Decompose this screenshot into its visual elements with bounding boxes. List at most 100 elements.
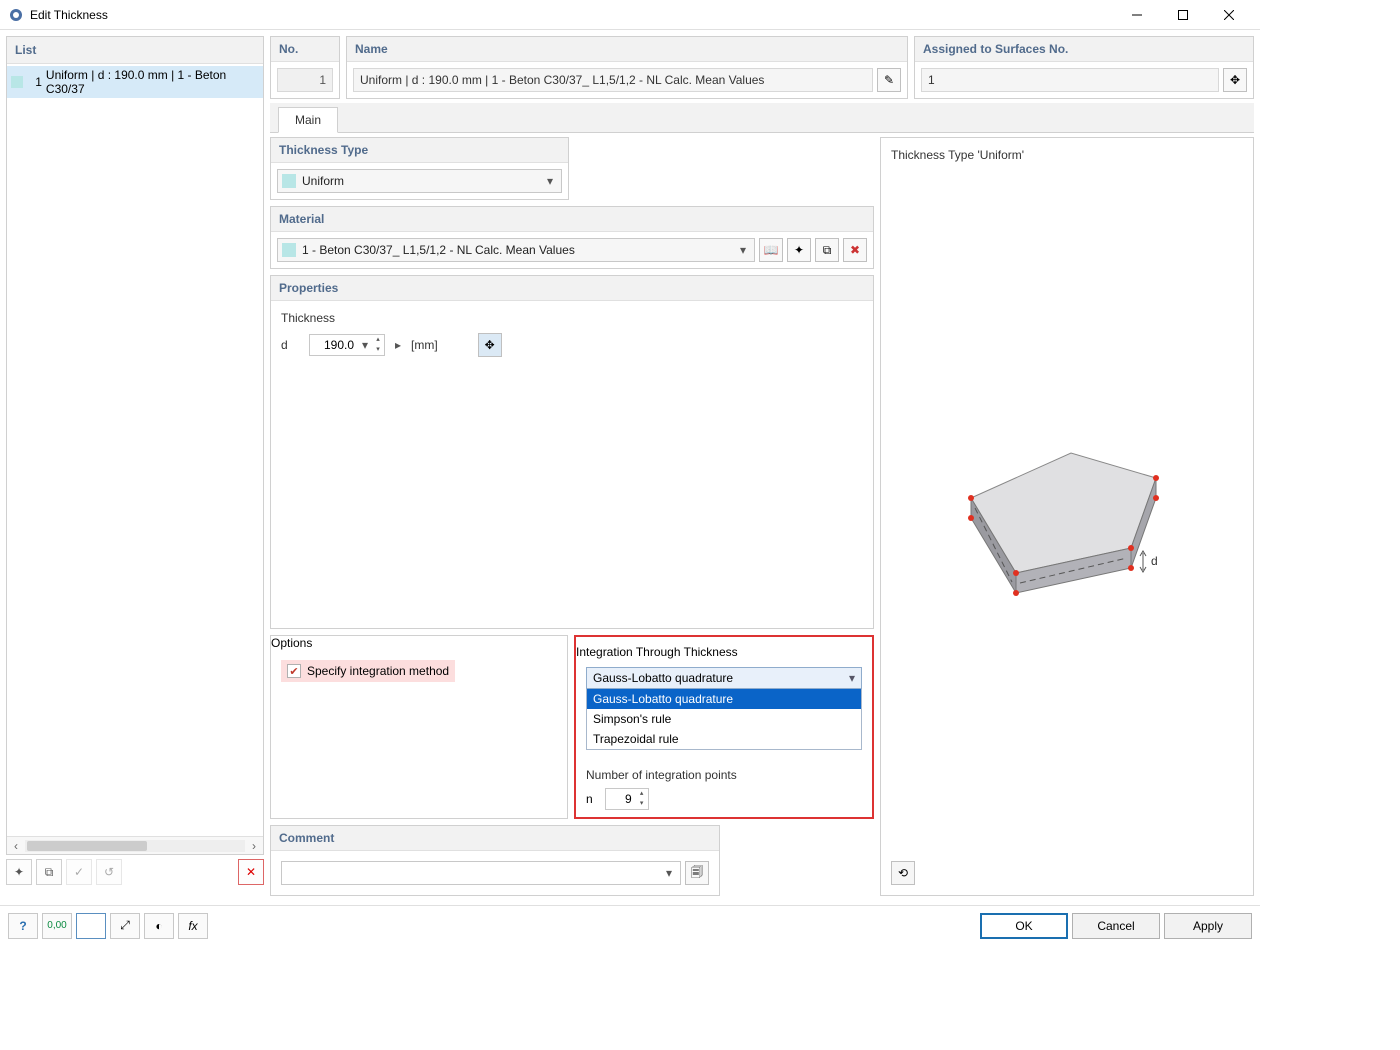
integration-option-simpson[interactable]: Simpson's rule: [587, 709, 861, 729]
pointer-icon: ✥: [1230, 73, 1240, 87]
integration-group: Integration Through Thickness Gauss-Loba…: [574, 635, 874, 819]
item-number: 1: [29, 75, 42, 89]
titlebar: Edit Thickness: [0, 0, 1260, 30]
edit-name-button[interactable]: ✎: [877, 68, 901, 92]
chevron-down-icon: ▾: [543, 174, 557, 188]
copy-icon: ⧉: [823, 243, 832, 258]
material-copy-button[interactable]: ⧉: [815, 238, 839, 262]
list-toolbar: ✦ ⧉ ✓ ↺ ✕: [6, 855, 264, 889]
pointer-icon: ✥: [485, 338, 495, 352]
integration-method-dropdown[interactable]: Gauss-Lobatto quadrature ▾: [586, 667, 862, 689]
integration-option-trapezoidal[interactable]: Trapezoidal rule: [587, 729, 861, 749]
units-button[interactable]: 0,00: [42, 913, 72, 939]
coord-button[interactable]: ⤢: [110, 913, 140, 939]
book-icon: 📖: [764, 243, 779, 257]
help-icon: ?: [19, 919, 26, 933]
new-icon: ✦: [794, 243, 804, 257]
assign-group: Assigned to Surfaces No. 1 ✥: [914, 36, 1254, 99]
list-scrollbar[interactable]: ‹›: [7, 836, 263, 854]
preview-mode-button[interactable]: ⟲: [891, 861, 915, 885]
thickness-type-value: Uniform: [300, 174, 543, 188]
thickness-d-input[interactable]: 190.0 ▾ ▴▾: [309, 334, 385, 356]
list-item[interactable]: 1 Uniform | d : 190.0 mm | 1 - Beton C30…: [7, 66, 263, 98]
minimize-button[interactable]: [1114, 0, 1160, 30]
help-button[interactable]: ?: [8, 913, 38, 939]
refresh-icon: ⟲: [898, 866, 908, 880]
d-value: 190.0: [310, 338, 358, 352]
integration-selected: Gauss-Lobatto quadrature: [593, 671, 849, 685]
name-group: Name Uniform | d : 190.0 mm | 1 - Beton …: [346, 36, 908, 99]
comment-header: Comment: [271, 826, 719, 851]
delete-icon: ✖: [850, 243, 860, 257]
specify-integration-checkbox[interactable]: ✔ Specify integration method: [281, 660, 455, 682]
integration-method-list: Gauss-Lobatto quadrature Simpson's rule …: [586, 689, 862, 750]
no-group: No. 1: [270, 36, 340, 99]
pick-surfaces-button[interactable]: ✥: [1223, 68, 1247, 92]
material-header: Material: [271, 207, 873, 232]
view-toggle-button[interactable]: [76, 913, 106, 939]
thickness-type-header: Thickness Type: [271, 138, 568, 163]
properties-group: Properties Thickness d 190.0 ▾ ▴▾ ▸ [mm]: [270, 275, 874, 629]
dialog-footer: ? 0,00 ⤢ ◐ fx OK Cancel Apply: [0, 905, 1260, 945]
window-title: Edit Thickness: [30, 8, 1114, 22]
properties-header: Properties: [271, 276, 873, 301]
integration-option-gauss[interactable]: Gauss-Lobatto quadrature: [587, 689, 861, 709]
tab-main[interactable]: Main: [278, 107, 338, 133]
material-library-button[interactable]: 📖: [759, 238, 783, 262]
color-swatch: [282, 174, 296, 188]
n-label: n: [586, 792, 593, 806]
material-dropdown[interactable]: 1 - Beton C30/37_ L1,5/1,2 - NL Calc. Me…: [277, 238, 755, 262]
list-panel: List 1 Uniform | d : 190.0 mm | 1 - Beto…: [6, 36, 264, 855]
comment-input[interactable]: ▾: [281, 861, 681, 885]
axes-icon: ⤢: [120, 918, 130, 933]
num-points-label: Number of integration points: [586, 768, 862, 782]
new-item-button[interactable]: ✦: [6, 859, 32, 885]
d-unit: [mm]: [411, 338, 438, 352]
list-header: List: [7, 37, 263, 64]
chevron-down-icon: ▾: [849, 671, 855, 685]
tool-b-button[interactable]: ↺: [96, 859, 122, 885]
d-label: d: [281, 338, 299, 352]
assign-field[interactable]: 1: [921, 68, 1219, 92]
thickness-label: Thickness: [281, 311, 863, 325]
thickness-type-group: Thickness Type Uniform ▾: [270, 137, 569, 200]
copy-item-button[interactable]: ⧉: [36, 859, 62, 885]
color-swatch: [282, 243, 296, 257]
color-swatch: [11, 76, 23, 88]
comment-edit-button[interactable]: 🗐: [685, 861, 709, 885]
options-header: Options: [271, 636, 567, 650]
close-button[interactable]: [1206, 0, 1252, 30]
material-delete-button[interactable]: ✖: [843, 238, 867, 262]
tool-a-button[interactable]: ✓: [66, 859, 92, 885]
play-icon[interactable]: ▸: [395, 338, 401, 352]
fx-button[interactable]: fx: [178, 913, 208, 939]
no-field: 1: [277, 68, 333, 92]
checkbox-icon: ✔: [287, 664, 301, 678]
no-header: No.: [271, 37, 339, 62]
chevron-down-icon: ▾: [358, 338, 372, 352]
d-symbol: d: [1151, 554, 1158, 568]
pick-thickness-button[interactable]: ✥: [478, 333, 502, 357]
integration-header: Integration Through Thickness: [576, 637, 872, 659]
preview-panel: Thickness Type 'Uniform' d: [880, 137, 1254, 896]
assign-header: Assigned to Surfaces No.: [915, 37, 1253, 62]
thickness-illustration: d: [911, 398, 1201, 618]
maximize-button[interactable]: [1160, 0, 1206, 30]
spinner[interactable]: ▴▾: [372, 335, 384, 355]
eye-icon: ◐: [155, 919, 162, 933]
n-value: 9: [606, 792, 636, 806]
num-points-input[interactable]: 9 ▴▾: [605, 788, 649, 810]
ok-button[interactable]: OK: [980, 913, 1068, 939]
delete-item-button[interactable]: ✕: [238, 859, 264, 885]
apply-button[interactable]: Apply: [1164, 913, 1252, 939]
cancel-button[interactable]: Cancel: [1072, 913, 1160, 939]
material-new-button[interactable]: ✦: [787, 238, 811, 262]
thickness-type-dropdown[interactable]: Uniform ▾: [277, 169, 562, 193]
chevron-down-icon: ▾: [736, 243, 750, 257]
render-button[interactable]: ◐: [144, 913, 174, 939]
app-icon: [8, 7, 24, 23]
options-group: Options ✔ Specify integration method: [270, 635, 568, 819]
name-field[interactable]: Uniform | d : 190.0 mm | 1 - Beton C30/3…: [353, 68, 873, 92]
spinner[interactable]: ▴▾: [636, 789, 648, 809]
fx-icon: fx: [188, 919, 197, 933]
